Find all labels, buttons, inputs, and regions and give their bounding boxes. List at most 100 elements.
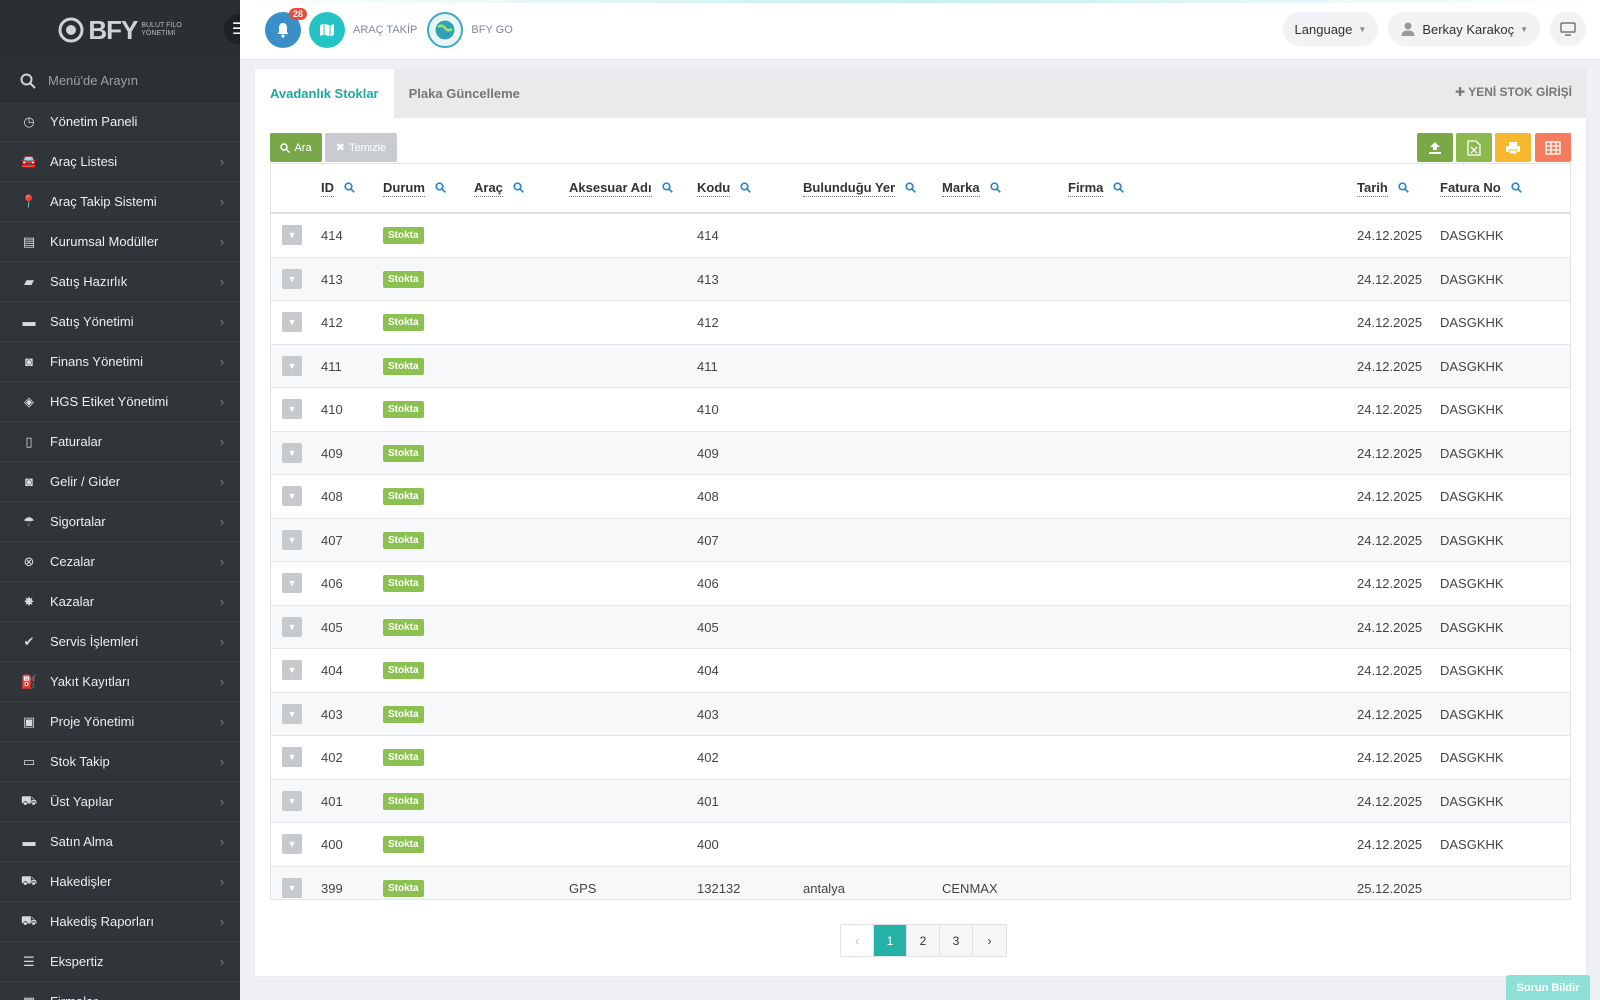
tab-tool-stocks[interactable]: Avadanlık Stoklar	[255, 69, 394, 118]
column-header[interactable]: ID	[321, 180, 355, 197]
sidebar-item[interactable]: ⛽ Yakıt Kayıtları ›	[0, 662, 240, 702]
column-search-icon[interactable]	[1398, 181, 1409, 196]
column-header[interactable]: Kodu	[697, 180, 752, 197]
logo[interactable]: BFY BULUT FİLO YÖNETİMİ	[58, 15, 182, 46]
row-expand-button[interactable]: ▼	[282, 877, 302, 898]
sidebar-item[interactable]: ▯ Faturalar ›	[0, 422, 240, 462]
search-button[interactable]: Ara	[270, 133, 322, 162]
column-header[interactable]: Bulunduğu Yer	[803, 180, 917, 197]
table-row[interactable]: ▼ 399 Stokta GPS 132132 antalya CENMAX 25.12.20…	[271, 866, 1570, 899]
excel-export-button[interactable]	[1456, 133, 1492, 162]
row-expand-button[interactable]: ▼	[282, 399, 302, 419]
column-search-icon[interactable]	[435, 181, 446, 196]
user-menu[interactable]: Berkay Karakoç ▼	[1388, 12, 1540, 46]
tab-plate-update[interactable]: Plaka Güncelleme	[394, 69, 535, 118]
row-expand-button[interactable]: ▼	[282, 486, 302, 506]
row-expand-button[interactable]: ▼	[282, 312, 302, 332]
row-expand-button[interactable]: ▼	[282, 790, 302, 811]
sidebar-item[interactable]: 🚘 Araç Listesi ›	[0, 142, 240, 182]
row-expand-button[interactable]: ▼	[282, 268, 302, 289]
bfy-go-button[interactable]	[427, 11, 464, 48]
bfy-go-link[interactable]: BFY GO	[471, 24, 512, 36]
sidebar-item[interactable]: ⊗ Cezalar ›	[0, 542, 240, 582]
pagination-prev-button[interactable]: ‹	[841, 925, 874, 956]
table-row[interactable]: ▼ 400 Stokta 400 24.12.2025 DASGKHK	[271, 823, 1570, 867]
column-header[interactable]: Firma	[1068, 180, 1125, 197]
sidebar-item[interactable]: ✸ Kazalar ›	[0, 582, 240, 622]
column-header[interactable]: Araç	[474, 180, 524, 197]
sidebar-search-input[interactable]: Menü'de Arayın	[48, 73, 138, 88]
sidebar-item[interactable]: ☂ Sigortalar ›	[0, 502, 240, 542]
display-button[interactable]	[1550, 12, 1586, 46]
vehicle-tracking-button[interactable]	[309, 11, 345, 48]
column-header[interactable]: Tarih	[1357, 180, 1409, 197]
sidebar-item[interactable]: ▭ Stok Takip ›	[0, 742, 240, 782]
new-stock-button[interactable]: ✚ YENİ STOK GİRİŞİ	[1455, 85, 1572, 99]
row-expand-button[interactable]: ▼	[282, 616, 302, 637]
menu-toggle-button[interactable]: ☰	[224, 14, 240, 44]
sidebar-item[interactable]: ▣ Proje Yönetimi ›	[0, 702, 240, 742]
sidebar-item[interactable]: ✔ Servis İşlemleri ›	[0, 622, 240, 662]
table-row[interactable]: ▼ 414 Stokta 414 24.12.2025 DASGKHK	[271, 214, 1570, 258]
language-dropdown[interactable]: Language ▼	[1282, 12, 1379, 46]
column-search-icon[interactable]	[905, 181, 917, 196]
sidebar-search[interactable]: Menü'de Arayın	[0, 60, 240, 102]
row-expand-button[interactable]: ▼	[282, 834, 302, 854]
pagination-page-3[interactable]: 3	[940, 925, 973, 956]
table-row[interactable]: ▼ 405 Stokta 405 24.12.2025 DASGKHK	[271, 605, 1570, 649]
column-search-icon[interactable]	[740, 181, 752, 196]
upload-button[interactable]	[1417, 133, 1453, 162]
sidebar-item[interactable]: ▦ Firmalar ›	[0, 982, 240, 1000]
sidebar-item[interactable]: ⛟ Hakediş Raporları ›	[0, 902, 240, 942]
report-issue-button[interactable]: Sorun Bildir	[1506, 975, 1590, 1000]
table-row[interactable]: ▼ 406 Stokta 406 24.12.2025 DASGKHK	[271, 562, 1570, 606]
table-row[interactable]: ▼ 408 Stokta 408 24.12.2025 DASGKHK	[271, 475, 1570, 519]
row-expand-button[interactable]: ▼	[282, 747, 302, 767]
row-expand-button[interactable]: ▼	[282, 225, 302, 245]
column-search-icon[interactable]	[661, 181, 673, 196]
sidebar-item[interactable]: ◷ Yönetim Paneli	[0, 102, 240, 142]
sidebar-item[interactable]: ⛟ Üst Yapılar ›	[0, 782, 240, 822]
sidebar-item[interactable]: ▬ Satış Yönetimi ›	[0, 302, 240, 342]
sidebar-item[interactable]: ▰ Satış Hazırlık ›	[0, 262, 240, 302]
columns-button[interactable]	[1535, 133, 1571, 162]
vehicle-tracking-link[interactable]: ARAÇ TAKİP	[353, 24, 417, 36]
sidebar-item[interactable]: ▤ Kurumsal Modüller ›	[0, 222, 240, 262]
sidebar-item[interactable]: ◙ Finans Yönetimi ›	[0, 342, 240, 382]
print-button[interactable]	[1495, 133, 1531, 162]
clear-button[interactable]: ✖ Temizle	[325, 133, 397, 162]
column-search-icon[interactable]	[513, 181, 524, 196]
table-row[interactable]: ▼ 412 Stokta 412 24.12.2025 DASGKHK	[271, 301, 1570, 345]
column-header[interactable]: Aksesuar Adı	[569, 180, 673, 197]
sidebar-item[interactable]: ▬ Satın Alma ›	[0, 822, 240, 862]
sidebar-item[interactable]: ☰ Ekspertiz ›	[0, 942, 240, 982]
table-row[interactable]: ▼ 409 Stokta 409 24.12.2025 DASGKHK	[271, 431, 1570, 475]
notifications-button[interactable]: 28	[265, 7, 307, 48]
pagination-page-1[interactable]: 1	[874, 925, 907, 956]
column-search-icon[interactable]	[344, 181, 355, 196]
table-row[interactable]: ▼ 411 Stokta 411 24.12.2025 DASGKHK	[271, 344, 1570, 388]
row-expand-button[interactable]: ▼	[282, 355, 302, 376]
row-expand-button[interactable]: ▼	[282, 703, 302, 724]
table-row[interactable]: ▼ 413 Stokta 413 24.12.2025 DASGKHK	[271, 257, 1570, 301]
column-search-icon[interactable]	[1511, 181, 1522, 196]
table-row[interactable]: ▼ 402 Stokta 402 24.12.2025 DASGKHK	[271, 736, 1570, 780]
table-row[interactable]: ▼ 407 Stokta 407 24.12.2025 DASGKHK	[271, 518, 1570, 562]
sidebar-item[interactable]: 📍 Araç Takip Sistemi ›	[0, 182, 240, 222]
column-search-icon[interactable]	[1113, 181, 1125, 196]
table-row[interactable]: ▼ 401 Stokta 401 24.12.2025 DASGKHK	[271, 779, 1570, 823]
sidebar-item[interactable]: ⛟ Hakedişler ›	[0, 862, 240, 902]
table-row[interactable]: ▼ 410 Stokta 410 24.12.2025 DASGKHK	[271, 388, 1570, 432]
column-header[interactable]: Durum	[383, 180, 446, 197]
pagination-next-button[interactable]: ›	[973, 925, 1006, 956]
sidebar-item[interactable]: ◙ Gelir / Gider ›	[0, 462, 240, 502]
table-row[interactable]: ▼ 404 Stokta 404 24.12.2025 DASGKHK	[271, 649, 1570, 693]
column-header[interactable]: Marka	[942, 180, 1001, 197]
row-expand-button[interactable]: ▼	[282, 573, 302, 593]
row-expand-button[interactable]: ▼	[282, 442, 302, 463]
pagination-page-2[interactable]: 2	[907, 925, 940, 956]
column-header[interactable]: Fatura No	[1440, 180, 1522, 197]
row-expand-button[interactable]: ▼	[282, 660, 302, 680]
table-row[interactable]: ▼ 403 Stokta 403 24.12.2025 DASGKHK	[271, 692, 1570, 736]
sidebar-item[interactable]: ◈ HGS Etiket Yönetimi ›	[0, 382, 240, 422]
